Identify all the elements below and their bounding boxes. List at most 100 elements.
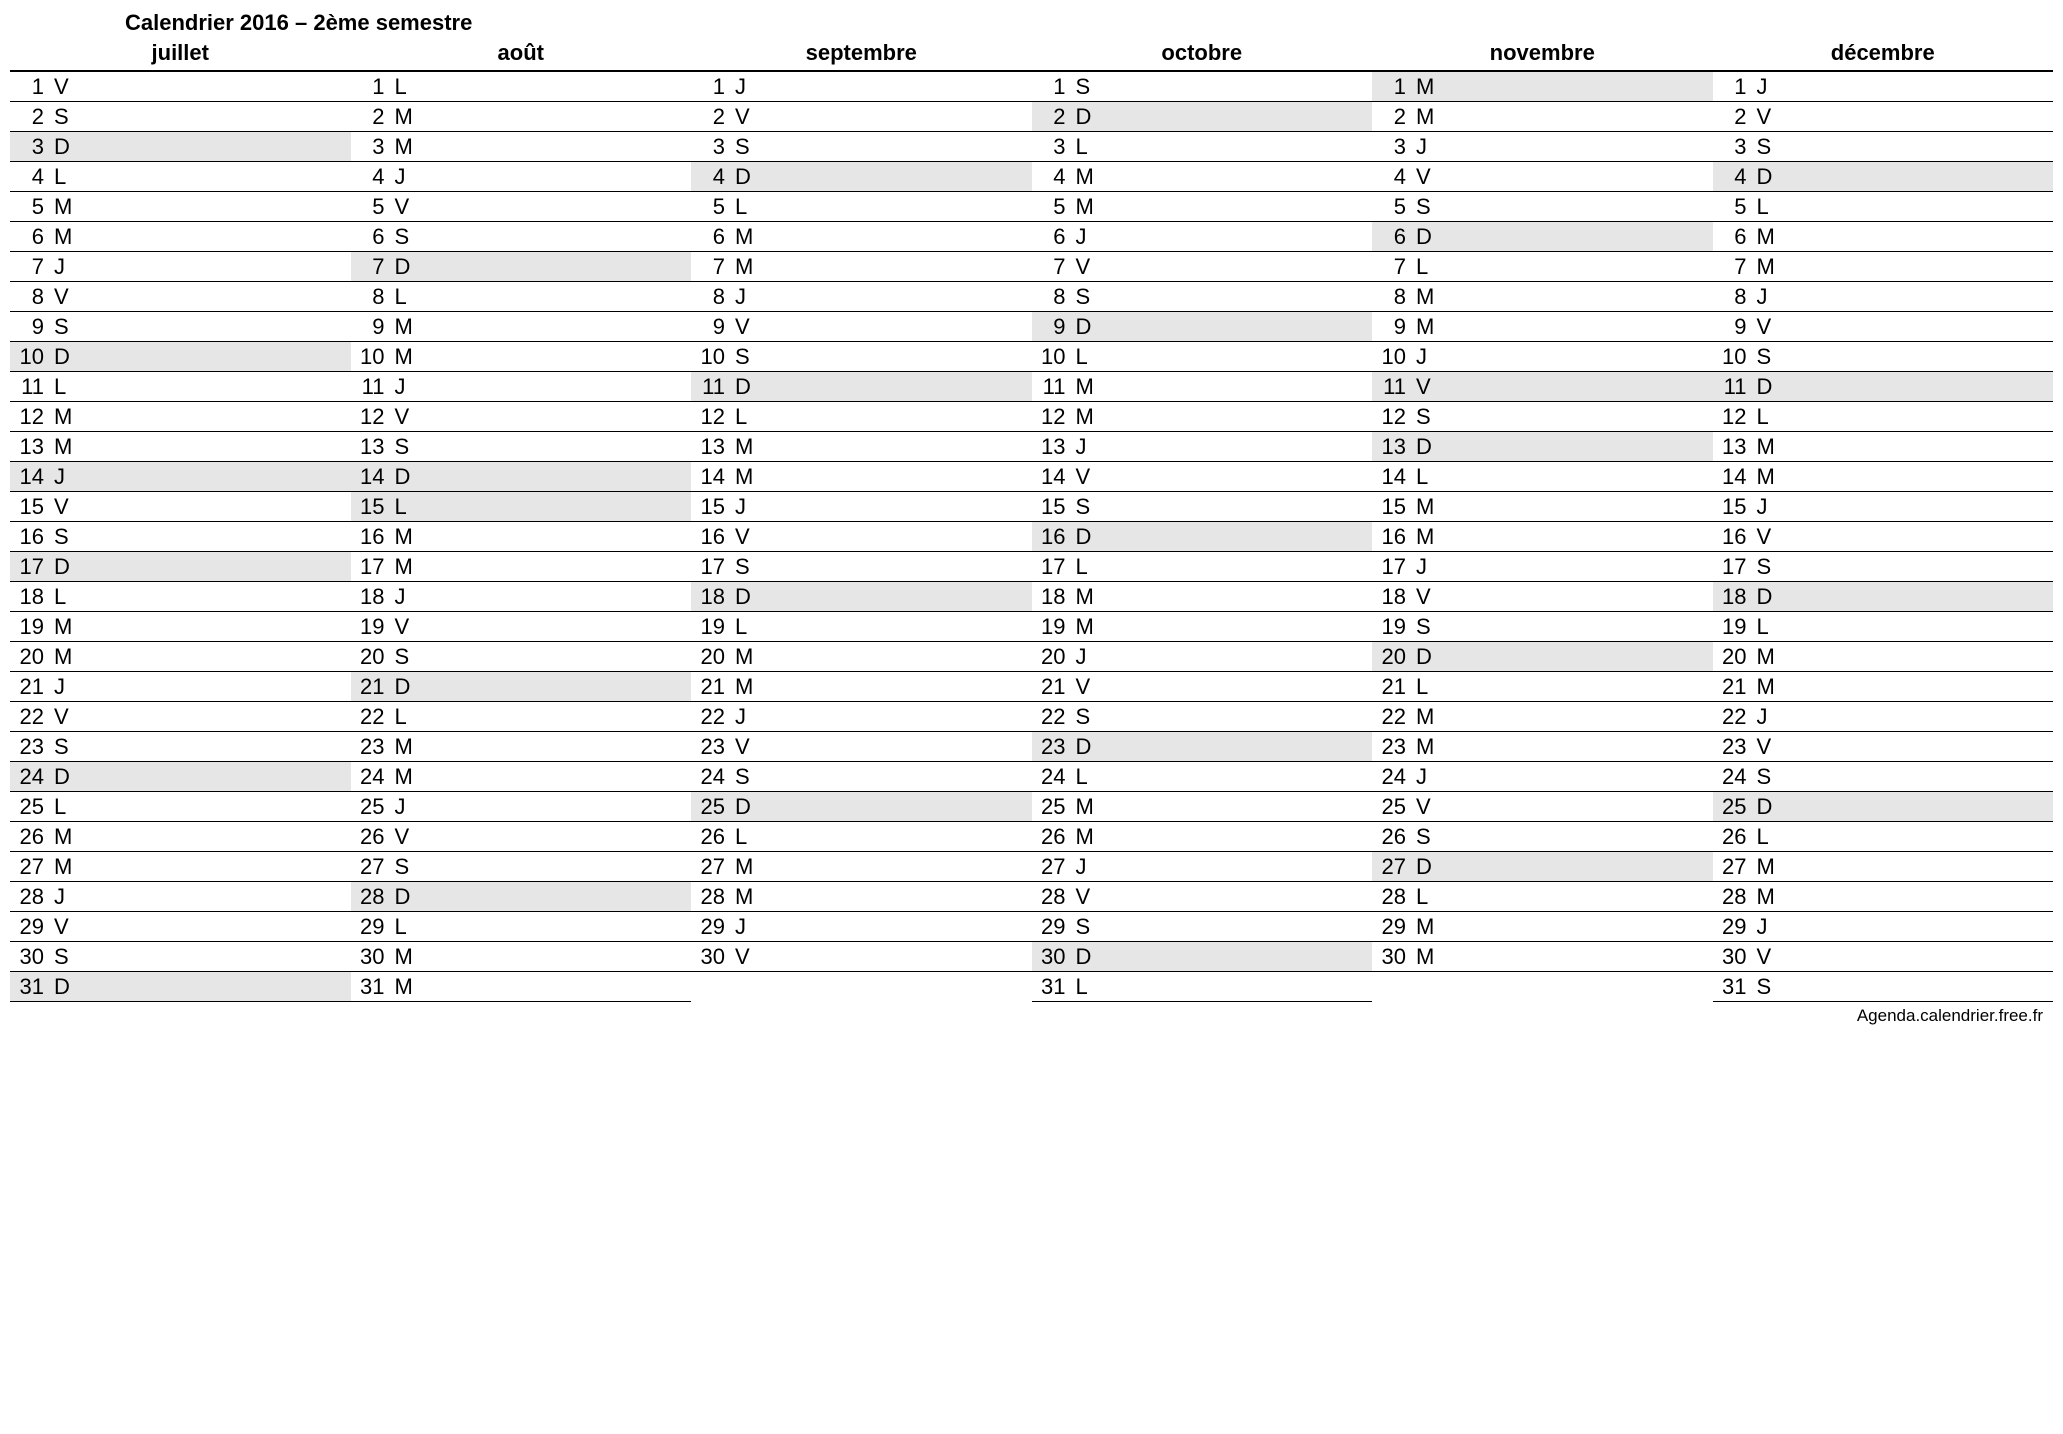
day-of-week: D: [1416, 644, 1438, 670]
day-of-week: D: [1416, 224, 1438, 250]
day-of-week: J: [54, 674, 76, 700]
day-cell: 25D: [691, 792, 1032, 822]
day-of-week: L: [395, 704, 417, 730]
day-number: 2: [1378, 104, 1406, 130]
day-of-week: J: [735, 494, 757, 520]
day-of-week: S: [1757, 554, 1779, 580]
day-cell: 14L: [1372, 462, 1713, 492]
day-cell: 16V: [691, 522, 1032, 552]
day-number: 26: [1719, 824, 1747, 850]
day-of-week: L: [1416, 254, 1438, 280]
day-of-week: J: [54, 254, 76, 280]
day-of-week: S: [1757, 344, 1779, 370]
day-of-week: V: [395, 404, 417, 430]
day-cell: 22J: [691, 702, 1032, 732]
day-cell: 14J: [10, 462, 351, 492]
day-cell: 15S: [1032, 492, 1373, 522]
day-cell: 3S: [1713, 132, 2054, 162]
day-of-week: M: [395, 344, 417, 370]
day-of-week: L: [54, 374, 76, 400]
day-cell: 30M: [351, 942, 692, 972]
day-cell: 11J: [351, 372, 692, 402]
day-of-week: S: [735, 764, 757, 790]
day-of-week: M: [735, 884, 757, 910]
day-number: 17: [1378, 554, 1406, 580]
day-of-week: M: [1076, 194, 1098, 220]
day-number: 22: [1038, 704, 1066, 730]
day-of-week: V: [1416, 584, 1438, 610]
day-of-week: J: [735, 284, 757, 310]
day-number: 7: [16, 254, 44, 280]
day-cell: 2V: [1713, 102, 2054, 132]
day-number: 7: [1378, 254, 1406, 280]
day-cell: 25L: [10, 792, 351, 822]
day-number: 27: [16, 854, 44, 880]
day-cell: 8S: [1032, 282, 1373, 312]
day-cell: 2S: [10, 102, 351, 132]
day-cell: 20M: [1713, 642, 2054, 672]
day-cell: 29M: [1372, 912, 1713, 942]
day-cell: 14M: [691, 462, 1032, 492]
day-of-week: D: [735, 584, 757, 610]
day-number: 18: [1378, 584, 1406, 610]
day-number: 27: [1719, 854, 1747, 880]
day-of-week: S: [54, 524, 76, 550]
day-of-week: S: [1757, 134, 1779, 160]
day-number: 24: [1378, 764, 1406, 790]
day-cell: 14D: [351, 462, 692, 492]
day-cell: 20S: [351, 642, 692, 672]
day-number: 16: [1719, 524, 1747, 550]
day-of-week: J: [1757, 914, 1779, 940]
day-of-week: D: [395, 464, 417, 490]
day-number: 4: [697, 164, 725, 190]
day-of-week: M: [735, 434, 757, 460]
day-of-week: J: [1757, 494, 1779, 520]
day-of-week: V: [395, 614, 417, 640]
day-cell: 13J: [1032, 432, 1373, 462]
day-number: 3: [1038, 134, 1066, 160]
day-of-week: S: [395, 434, 417, 460]
day-of-week: S: [735, 134, 757, 160]
day-cell: 19S: [1372, 612, 1713, 642]
day-number: 23: [1378, 734, 1406, 760]
day-cell: 31S: [1713, 972, 2054, 1002]
day-cell: 3L: [1032, 132, 1373, 162]
day-cell: 20J: [1032, 642, 1373, 672]
day-of-week: J: [395, 584, 417, 610]
day-of-week: S: [1076, 284, 1098, 310]
day-cell: 21L: [1372, 672, 1713, 702]
day-cell: 13M: [691, 432, 1032, 462]
day-number: 31: [1719, 974, 1747, 1000]
day-of-week: D: [1757, 374, 1779, 400]
day-number: 12: [1719, 404, 1747, 430]
day-of-week: L: [1076, 134, 1098, 160]
day-cell: 9V: [691, 312, 1032, 342]
day-of-week: L: [54, 584, 76, 610]
day-of-week: M: [1076, 794, 1098, 820]
day-of-week: J: [735, 74, 757, 100]
day-cell: 29S: [1032, 912, 1373, 942]
day-cell: 10M: [351, 342, 692, 372]
month-column: septembre1J2V3S4D5L6M7M8J9V10S11D12L13M1…: [691, 38, 1032, 1002]
day-number: 17: [16, 554, 44, 580]
day-cell: 24D: [10, 762, 351, 792]
day-number: 8: [697, 284, 725, 310]
day-number: 27: [357, 854, 385, 880]
day-cell: 11D: [691, 372, 1032, 402]
day-number: 16: [1378, 524, 1406, 550]
day-cell: 16M: [351, 522, 692, 552]
month-header: août: [351, 38, 692, 72]
day-of-week: J: [395, 794, 417, 820]
day-cell: 21J: [10, 672, 351, 702]
day-number: 3: [697, 134, 725, 160]
day-number: 28: [1719, 884, 1747, 910]
day-of-week: J: [735, 914, 757, 940]
day-of-week: V: [1757, 734, 1779, 760]
day-cell: 20M: [10, 642, 351, 672]
day-number: 22: [697, 704, 725, 730]
day-number: 19: [1038, 614, 1066, 640]
day-number: 14: [1038, 464, 1066, 490]
day-number: 10: [1719, 344, 1747, 370]
day-cell: 19M: [10, 612, 351, 642]
day-of-week: M: [54, 824, 76, 850]
